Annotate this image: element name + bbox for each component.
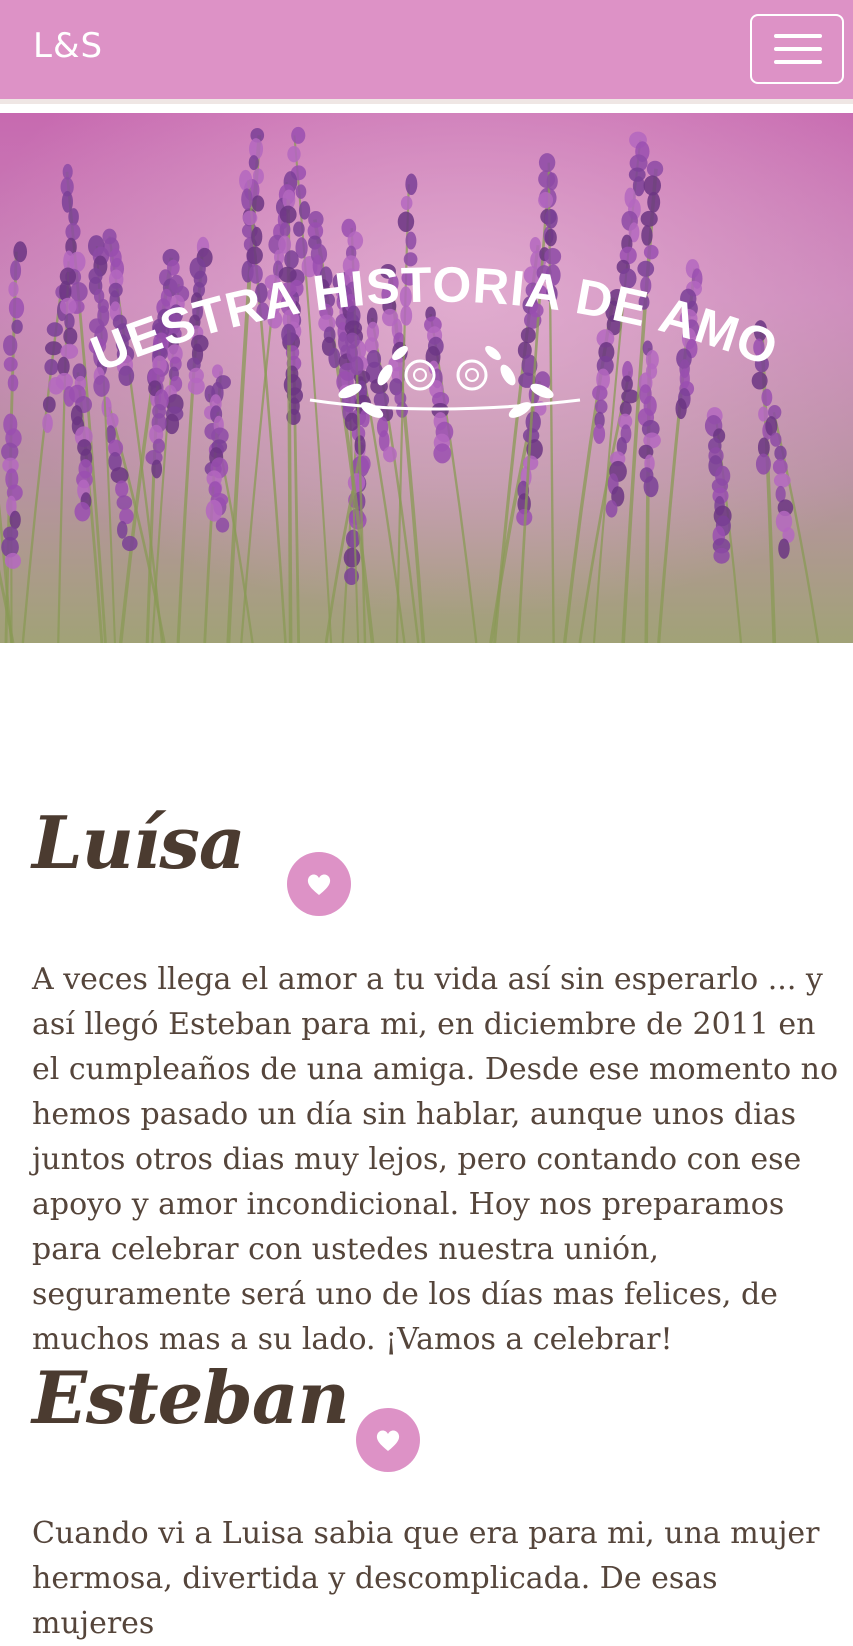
story-text-luisa: A veces llega el amor a tu vida así sin … (32, 962, 839, 1357)
hero-banner: NUESTRA HISTORIA DE AMOR (0, 113, 853, 643)
heart-badge-esteban (356, 1408, 420, 1472)
top-navbar: L&S (0, 0, 853, 104)
hamburger-menu-icon-bar (774, 60, 822, 64)
menu-toggle-button[interactable] (750, 14, 844, 84)
section-title-esteban: Esteban (32, 1355, 350, 1440)
hamburger-menu-icon-bar (774, 47, 822, 51)
heart-icon (376, 1430, 400, 1451)
story-text-esteban: Cuando vi a Luisa sabia que era para mi,… (32, 1516, 820, 1641)
brand-logo[interactable]: L&S (33, 26, 103, 66)
lavender-field-image: NUESTRA HISTORIA DE AMOR (0, 113, 853, 643)
section-title-luisa: Luísa (32, 800, 246, 885)
hamburger-menu-icon (774, 34, 822, 38)
heart-icon (307, 874, 331, 895)
heart-badge-luisa (287, 852, 351, 916)
